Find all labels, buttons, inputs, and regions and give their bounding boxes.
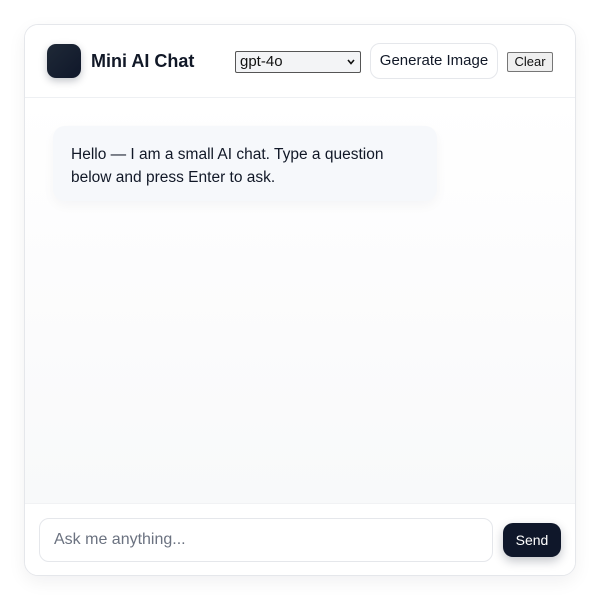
composer: Send (25, 503, 575, 575)
assistant-message: Hello — I am a small AI chat. Type a que… (53, 126, 437, 201)
clear-button[interactable]: Clear (507, 52, 553, 72)
app-title: Mini AI Chat (91, 51, 195, 71)
chat-header: Mini AI Chat gpt-4o Generate Image Clear (25, 25, 575, 98)
chevron-down-icon (347, 59, 355, 65)
model-select-value: gpt-4o (240, 53, 283, 70)
message-input[interactable] (39, 518, 493, 562)
send-button[interactable]: Send (503, 523, 561, 557)
model-select[interactable]: gpt-4o (235, 51, 361, 73)
chat-window: Mini AI Chat gpt-4o Generate Image Clear… (24, 24, 576, 576)
generate-image-button[interactable]: Generate Image (370, 43, 498, 79)
app-logo-icon (47, 44, 81, 78)
message-list: Hello — I am a small AI chat. Type a que… (25, 98, 575, 503)
